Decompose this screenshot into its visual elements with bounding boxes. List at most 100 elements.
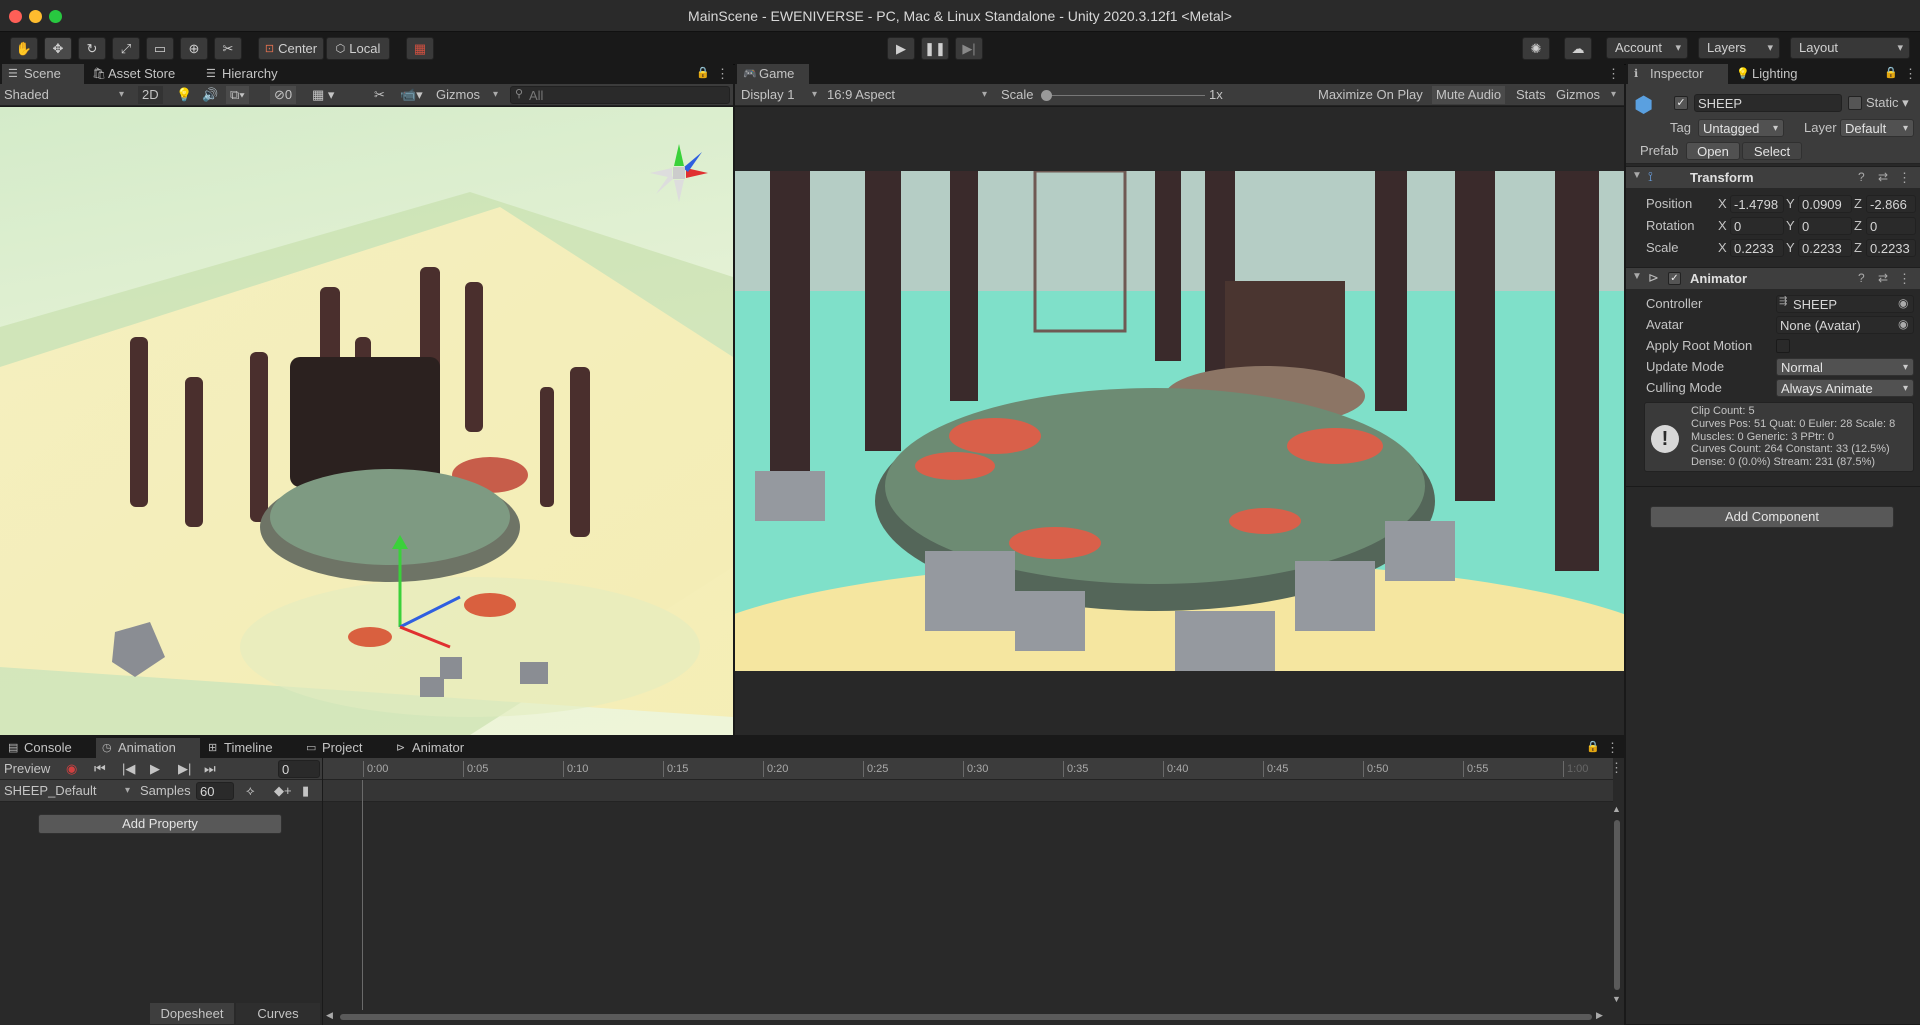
object-name-field[interactable]: SHEEP: [1694, 94, 1842, 112]
tab-project[interactable]: ▭ Project: [300, 738, 388, 758]
event-lane[interactable]: [323, 780, 1613, 802]
cloud-button[interactable]: ☁: [1564, 37, 1592, 60]
inspector-lock-icon[interactable]: 🔒: [1884, 66, 1898, 79]
step-button[interactable]: ▶|: [955, 37, 983, 60]
last-keyframe-button[interactable]: ⏭: [200, 760, 220, 778]
add-component-button[interactable]: Add Component: [1650, 506, 1894, 528]
move-tool-button[interactable]: ✥: [44, 37, 72, 60]
animator-preset-icon[interactable]: ⇄: [1878, 271, 1888, 285]
scroll-left-icon[interactable]: ◀: [326, 1010, 333, 1021]
controller-picker-icon[interactable]: ◉: [1898, 296, 1908, 310]
preset-icon[interactable]: ⇄: [1878, 170, 1888, 184]
help-icon[interactable]: ?: [1858, 170, 1865, 184]
scroll-right-icon[interactable]: ▶: [1596, 1010, 1603, 1021]
rot-x-field[interactable]: 0: [1730, 217, 1784, 235]
more-icon[interactable]: ⋮: [716, 66, 729, 82]
2d-toggle[interactable]: 2D: [138, 86, 163, 104]
scale-tool-button[interactable]: ⤢: [112, 37, 140, 60]
bottom-more-icon[interactable]: ⋮: [1606, 740, 1619, 756]
hidden-objects-toggle[interactable]: ⊘0: [270, 86, 297, 104]
grid-snap-button[interactable]: ▦: [406, 37, 434, 60]
pivot-local-button[interactable]: ⬡ Local: [326, 37, 390, 60]
effects-toggle[interactable]: ⧉▾: [226, 86, 249, 104]
draw-mode-dropdown[interactable]: Shaded: [0, 86, 128, 104]
scale-slider-thumb[interactable]: [1041, 90, 1052, 101]
tab-animator[interactable]: ⊳ Animator: [390, 738, 486, 758]
scale-z-field[interactable]: 0.2233: [1866, 239, 1916, 257]
inspector-more-icon[interactable]: ⋮: [1904, 66, 1917, 82]
rotate-tool-button[interactable]: ↻: [78, 37, 106, 60]
transform-header[interactable]: ▼ ⟟ Transform ? ⇄ ⋮: [1626, 166, 1920, 188]
timeline-more-icon[interactable]: ⋮: [1610, 760, 1623, 776]
aspect-dropdown[interactable]: 16:9 Aspect: [823, 86, 991, 104]
root-motion-checkbox[interactable]: [1776, 339, 1790, 353]
add-event-button[interactable]: ◆+: [270, 782, 296, 800]
scene-search-input[interactable]: All: [510, 86, 730, 104]
layout-dropdown[interactable]: Layout: [1790, 37, 1910, 59]
stats-toggle[interactable]: Stats: [1512, 86, 1550, 104]
scroll-up-icon[interactable]: ▲: [1612, 804, 1621, 814]
tab-console[interactable]: ▤ Console: [2, 738, 94, 758]
tab-inspector[interactable]: ℹ Inspector: [1628, 64, 1728, 84]
add-property-button[interactable]: Add Property: [38, 814, 282, 834]
dopesheet-tab[interactable]: Dopesheet: [150, 1003, 234, 1024]
pos-z-field[interactable]: -2.866: [1866, 195, 1916, 213]
mute-audio-toggle[interactable]: Mute Audio: [1432, 86, 1506, 104]
bottom-lock-icon[interactable]: 🔒: [1586, 740, 1600, 753]
scale-y-field[interactable]: 0.2233: [1798, 239, 1852, 257]
samples-field[interactable]: 60: [196, 782, 234, 800]
animator-enabled-checkbox[interactable]: ✓: [1668, 272, 1681, 285]
collab-button[interactable]: ✺: [1522, 37, 1550, 60]
tab-game[interactable]: 🎮 Game: [737, 64, 809, 84]
game-more-icon[interactable]: ⋮: [1607, 66, 1620, 82]
scene-viewport[interactable]: [0, 107, 733, 735]
curves-tab[interactable]: Curves: [236, 1003, 320, 1024]
static-checkbox[interactable]: [1848, 96, 1862, 110]
custom-tool-button[interactable]: ✂: [214, 37, 242, 60]
prefab-select-button[interactable]: Select: [1742, 142, 1802, 160]
layers-dropdown[interactable]: Layers: [1698, 37, 1780, 59]
lighting-toggle[interactable]: 💡: [172, 86, 196, 104]
update-mode-dropdown[interactable]: Normal: [1776, 358, 1914, 376]
avatar-field[interactable]: None (Avatar): [1776, 316, 1914, 334]
pivot-center-button[interactable]: ⊡ Center: [258, 37, 324, 60]
hand-tool-button[interactable]: ✋: [10, 37, 38, 60]
rot-z-field[interactable]: 0: [1866, 217, 1916, 235]
scene-gizmos-dropdown[interactable]: Gizmos: [432, 86, 502, 104]
timeline-ruler[interactable]: 0:00 0:05 0:10 0:15 0:20 0:25 0:30 0:35 0:40 0:45…: [323, 758, 1613, 780]
camera-dropdown[interactable]: 📹▾: [396, 86, 427, 104]
tab-timeline[interactable]: ⊞ Timeline: [202, 738, 298, 758]
layer-dropdown[interactable]: Default: [1840, 119, 1914, 137]
transform-tool-button[interactable]: ⊕: [180, 37, 208, 60]
preview-toggle[interactable]: Preview: [0, 760, 54, 778]
tab-hierarchy[interactable]: ☰ Hierarchy: [200, 64, 296, 84]
playhead[interactable]: [362, 780, 363, 1010]
game-viewport[interactable]: [735, 107, 1624, 735]
vertical-scrollbar[interactable]: ▲ ▼: [1612, 804, 1622, 1006]
rot-y-field[interactable]: 0: [1798, 217, 1852, 235]
rect-tool-button[interactable]: ▭: [146, 37, 174, 60]
foldout-icon[interactable]: ▼: [1632, 170, 1642, 181]
tab-scene[interactable]: ☰ Scene: [2, 64, 84, 84]
grid-toggle[interactable]: ▦ ▾: [308, 86, 338, 104]
scale-x-field[interactable]: 0.2233: [1730, 239, 1784, 257]
static-dropdown[interactable]: Static ▾: [1866, 94, 1909, 112]
tab-animation[interactable]: ◷ Animation: [96, 738, 200, 758]
pos-x-field[interactable]: -1.4798: [1730, 195, 1784, 213]
frame-field[interactable]: 0: [278, 760, 320, 778]
pos-y-field[interactable]: 0.0909: [1798, 195, 1852, 213]
add-keyframe-button[interactable]: ⟡: [242, 782, 259, 800]
record-button[interactable]: ◉: [62, 760, 81, 778]
display-dropdown[interactable]: Display 1: [737, 86, 821, 104]
controller-field[interactable]: SHEEP: [1776, 295, 1914, 313]
account-dropdown[interactable]: Account: [1606, 37, 1688, 59]
game-gizmos-dropdown[interactable]: Gizmos: [1552, 86, 1620, 104]
animator-more-icon[interactable]: ⋮: [1898, 271, 1911, 287]
first-keyframe-button[interactable]: ⏮: [90, 760, 110, 778]
anim-play-button[interactable]: ▶: [146, 760, 164, 778]
prefab-open-button[interactable]: Open: [1686, 142, 1740, 160]
culling-mode-dropdown[interactable]: Always Animate: [1776, 379, 1914, 397]
tools-toggle[interactable]: ✂: [370, 86, 389, 104]
avatar-picker-icon[interactable]: ◉: [1898, 317, 1908, 331]
tab-asset-store[interactable]: 🛍 Asset Store: [86, 64, 196, 84]
